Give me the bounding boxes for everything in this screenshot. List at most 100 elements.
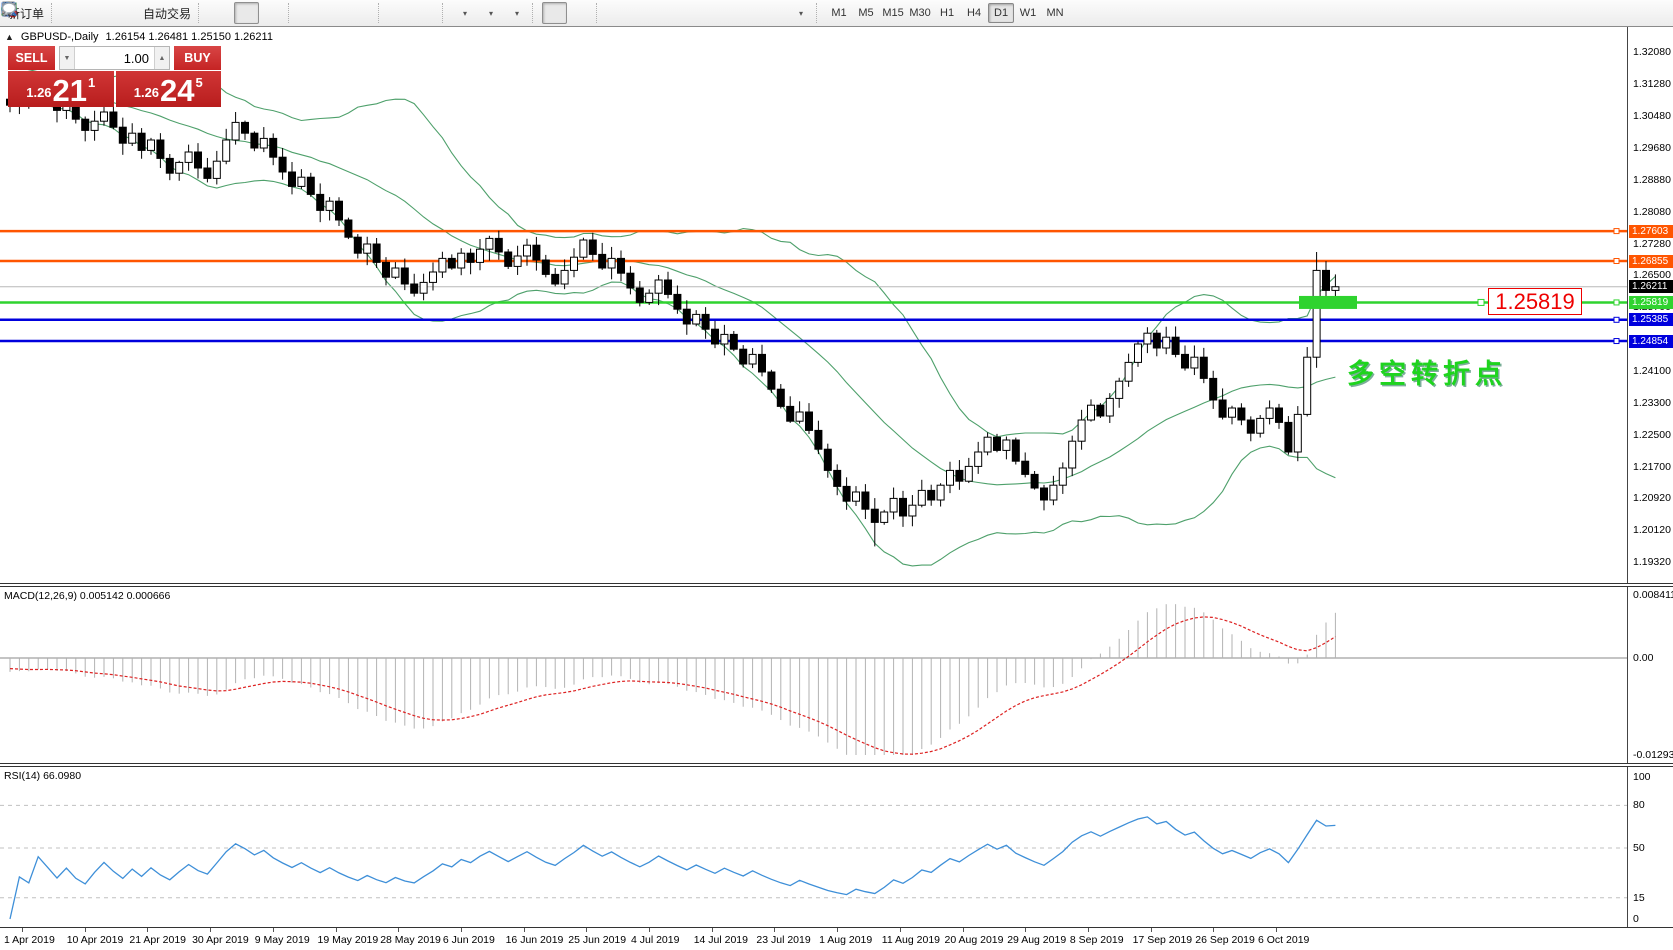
timeframe-button-M30[interactable]: M30	[907, 3, 933, 23]
candlestick-series	[7, 81, 1339, 546]
signals-button[interactable]	[113, 2, 138, 24]
macd-histogram	[10, 604, 1335, 755]
arrows-dropdown[interactable]	[788, 2, 813, 24]
templates-dropdown[interactable]	[504, 2, 529, 24]
timeframe-group: M1M5M15M30H1H4D1W1MN	[826, 3, 1068, 23]
date-axis-label: 14 Jul 2019	[694, 934, 748, 946]
date-tick	[524, 928, 525, 932]
price-axis-tick: 1.28080	[1633, 206, 1671, 218]
date-tick	[273, 928, 274, 932]
chat-icon[interactable]	[0, 0, 18, 18]
sell-price-main: 21	[53, 78, 87, 104]
line-anchor-handle[interactable]	[1614, 339, 1619, 344]
timeframe-button-M5[interactable]: M5	[853, 3, 879, 23]
collapse-panel-icon[interactable]: ▲	[5, 32, 14, 42]
tile-windows-button[interactable]	[350, 2, 375, 24]
line-anchor-handle[interactable]	[1614, 229, 1619, 234]
toolbar-separator	[51, 3, 57, 23]
volume-decrease-button[interactable]: ▼	[60, 47, 75, 69]
rsi-panel[interactable]: RSI(14) 66.0980 1008050150	[0, 767, 1673, 927]
line-anchor-handle[interactable]	[1614, 300, 1619, 305]
date-tick	[1276, 928, 1277, 932]
buy-price-sup: 5	[196, 75, 203, 90]
timeframe-button-W1[interactable]: W1	[1015, 3, 1041, 23]
price-chart-panel[interactable]: ▲ GBPUSD-,Daily 1.26154 1.26481 1.25150 …	[0, 27, 1673, 583]
macd-panel[interactable]: MACD(12,26,9) 0.005142 0.000666 0.008411…	[0, 587, 1673, 763]
axis-divider	[1627, 27, 1628, 583]
auto-scroll-button[interactable]	[388, 2, 413, 24]
metaeditor-button[interactable]	[61, 2, 86, 24]
autotrading-button[interactable]: 自动交易	[139, 2, 195, 24]
indicators-dropdown[interactable]	[452, 2, 477, 24]
fibonacci-button[interactable]: F	[710, 2, 735, 24]
candlestick-chart-button[interactable]	[234, 2, 259, 24]
buy-price-box[interactable]: 1.26 24 5	[116, 71, 222, 107]
volume-increase-button[interactable]: ▲	[154, 47, 169, 69]
macd-signal-line	[10, 617, 1335, 754]
date-tick	[712, 928, 713, 932]
bar-chart-button[interactable]	[208, 2, 233, 24]
date-tick	[398, 928, 399, 932]
zoom-out-button[interactable]	[324, 2, 349, 24]
date-tick	[85, 928, 86, 932]
community-button[interactable]	[87, 2, 112, 24]
date-axis[interactable]: 1 Apr 201910 Apr 201921 Apr 201930 Apr 2…	[0, 927, 1673, 950]
date-tick	[1088, 928, 1089, 932]
bollinger-band-m	[10, 85, 1335, 485]
sell-price-box[interactable]: 1.26 21 1	[8, 71, 114, 107]
date-axis-label: 6 Oct 2019	[1258, 934, 1309, 946]
line-anchor-handle[interactable]	[1478, 299, 1484, 305]
text-label-button[interactable]: T	[762, 2, 787, 24]
price-axis-tick: 1.27280	[1633, 238, 1671, 250]
crosshair-button[interactable]	[568, 2, 593, 24]
price-axis-tick: 1.20920	[1633, 492, 1671, 504]
date-tick	[649, 928, 650, 932]
periods-dropdown[interactable]	[478, 2, 503, 24]
sell-button[interactable]: SELL	[8, 46, 55, 70]
chart-annotation-text[interactable]: 多空转折点	[1347, 352, 1507, 391]
axis-divider	[1627, 767, 1628, 927]
date-tick	[147, 928, 148, 932]
date-axis-label: 17 Sep 2019	[1133, 934, 1193, 946]
buy-button[interactable]: BUY	[174, 46, 221, 70]
equidistant-channel-button[interactable]: E	[684, 2, 709, 24]
current-price-label: 1.26211	[1629, 280, 1673, 293]
volume-input[interactable]	[75, 47, 154, 69]
timeframe-button-D1[interactable]: D1	[988, 3, 1014, 23]
price-axis-tick: 1.20120	[1633, 524, 1671, 536]
rsi-axis-tick: 80	[1633, 799, 1645, 811]
date-axis-label: 4 Jul 2019	[631, 934, 679, 946]
date-tick	[900, 928, 901, 932]
line-anchor-handle[interactable]	[1614, 317, 1619, 322]
trendline-button[interactable]	[658, 2, 683, 24]
date-axis-label: 25 Jun 2019	[568, 934, 626, 946]
timeframe-button-M15[interactable]: M15	[880, 3, 906, 23]
date-axis-label: 28 May 2019	[380, 934, 441, 946]
timeframe-button-MN[interactable]: MN	[1042, 3, 1068, 23]
date-tick	[210, 928, 211, 932]
toolbar-separator	[198, 3, 204, 23]
price-axis-tick: 1.32080	[1633, 46, 1671, 58]
timeframe-button-H4[interactable]: H4	[961, 3, 987, 23]
rsi-line	[10, 817, 1335, 919]
date-tick	[336, 928, 337, 932]
timeframe-button-H1[interactable]: H1	[934, 3, 960, 23]
horizontal-line-button[interactable]	[632, 2, 657, 24]
macd-label: MACD(12,26,9) 0.005142 0.000666	[4, 590, 170, 602]
price-axis-tick: 1.22500	[1633, 429, 1671, 441]
line-anchor-handle[interactable]	[1614, 259, 1619, 264]
vertical-line-button[interactable]	[606, 2, 631, 24]
macd-axis-tick: 0.00	[1633, 652, 1653, 664]
level-highlight-segment[interactable]	[1299, 296, 1357, 309]
text-button[interactable]: A	[736, 2, 761, 24]
line-chart-button[interactable]	[260, 2, 285, 24]
date-axis-label: 30 Apr 2019	[192, 934, 249, 946]
zoom-in-button[interactable]	[298, 2, 323, 24]
price-axis-tick: 1.19320	[1633, 556, 1671, 568]
date-axis-label: 9 May 2019	[255, 934, 310, 946]
price-callout[interactable]: 1.25819	[1488, 288, 1582, 315]
macd-canvas	[0, 587, 1627, 763]
timeframe-button-M1[interactable]: M1	[826, 3, 852, 23]
cursor-button[interactable]	[542, 2, 567, 24]
chart-shift-button[interactable]	[414, 2, 439, 24]
